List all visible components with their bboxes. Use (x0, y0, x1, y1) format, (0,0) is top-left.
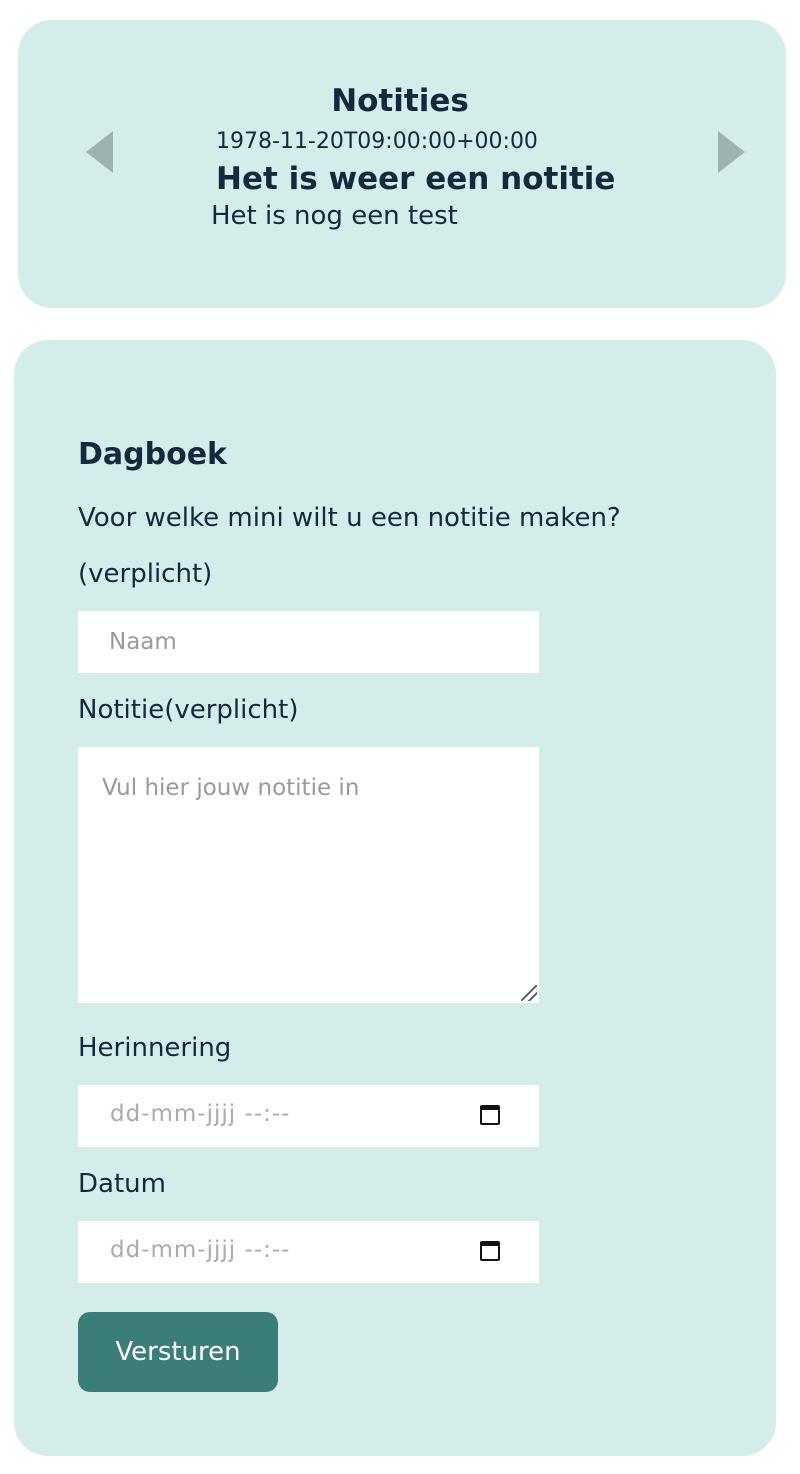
form-title: Dagboek (78, 437, 228, 472)
date-datetime-input[interactable]: dd-mm-jjjj --:-- (78, 1221, 539, 1283)
date-placeholder: dd-mm-jjjj --:-- (110, 1237, 291, 1263)
submit-button[interactable]: Versturen (78, 1312, 278, 1392)
chevron-left-icon[interactable] (86, 131, 113, 173)
date-label: Datum (78, 1169, 166, 1199)
required-label: (verplicht) (78, 559, 213, 589)
note-body: Het is nog een test (211, 201, 458, 231)
resize-handle-icon[interactable] (521, 985, 537, 1001)
calendar-icon[interactable] (480, 1241, 500, 1261)
mini-question-label: Voor welke mini wilt u een notitie maken… (78, 503, 621, 533)
name-input[interactable] (78, 611, 539, 673)
reminder-label: Herinnering (78, 1033, 232, 1063)
reminder-placeholder: dd-mm-jjjj --:-- (110, 1101, 291, 1127)
note-textarea[interactable] (78, 747, 539, 1003)
notes-title: Notities (331, 83, 469, 119)
note-date: 1978-11-20T09:00:00+00:00 (216, 129, 538, 154)
chevron-right-icon[interactable] (718, 131, 745, 173)
calendar-icon[interactable] (480, 1105, 500, 1125)
reminder-datetime-input[interactable]: dd-mm-jjjj --:-- (78, 1085, 539, 1147)
note-heading: Het is weer een notitie (216, 161, 616, 197)
note-label: Notitie(verplicht) (78, 695, 299, 725)
